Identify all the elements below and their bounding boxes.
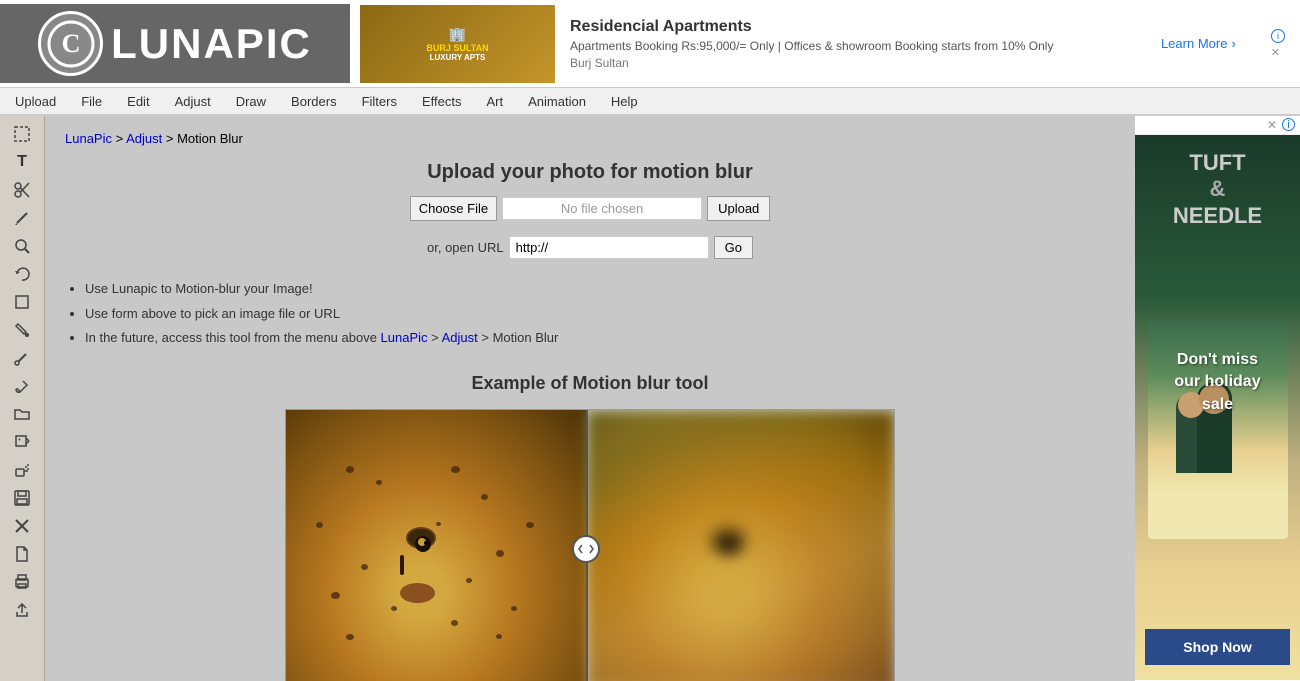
marquee-select-icon[interactable]	[7, 121, 37, 147]
example-title: Example of Motion blur tool	[65, 373, 1115, 394]
go-button[interactable]: Go	[714, 236, 753, 259]
undo-icon[interactable]	[7, 261, 37, 287]
nav-borders[interactable]: Borders	[281, 90, 347, 113]
top-ad-banner: C LUNAPIC 🏢 BURJ SULTAN LUXURY APTS Resi…	[0, 0, 1300, 88]
ad-image[interactable]: 🏢 BURJ SULTAN LUXURY APTS	[360, 5, 555, 83]
brand-part1: TUFT	[1189, 150, 1245, 175]
instructions-section: Use Lunapic to Motion-blur your Image! U…	[65, 279, 558, 353]
ad-close-icon[interactable]: ✕	[1271, 46, 1280, 59]
ad-title: Residencial Apartments	[570, 18, 1146, 36]
nav-upload[interactable]: Upload	[5, 90, 66, 113]
paint-bucket-icon[interactable]	[7, 317, 37, 343]
couple-photo: Don't missour holidaysale	[1148, 319, 1288, 539]
nav-help[interactable]: Help	[601, 90, 648, 113]
right-advertisement: ✕ i TUFT & NEEDLE D	[1135, 116, 1300, 681]
logo-text: LUNAPIC	[111, 20, 312, 68]
ad-text-content: Residencial Apartments Apartments Bookin…	[570, 18, 1146, 70]
url-row: or, open URL Go	[65, 236, 1115, 259]
choose-file-button[interactable]: Choose File	[410, 196, 497, 221]
instructions-lunapic-link[interactable]: LunaPic	[381, 330, 428, 345]
upload-button[interactable]: Upload	[707, 196, 770, 221]
right-ad-couple-image: Don't missour holidaysale	[1148, 229, 1288, 629]
image-comparison	[285, 409, 895, 681]
crop-icon[interactable]	[7, 289, 37, 315]
right-ad-info-icon[interactable]: i	[1282, 118, 1295, 131]
nav-draw[interactable]: Draw	[226, 90, 276, 113]
nav-file[interactable]: File	[71, 90, 112, 113]
cheetah-face-left	[286, 410, 586, 681]
breadcrumb: LunaPic > Adjust > Motion Blur	[65, 131, 1115, 146]
svg-text:C: C	[61, 29, 80, 58]
original-image	[286, 410, 586, 681]
file-upload-row: Choose File No file chosen Upload	[65, 196, 1115, 221]
pencil-icon[interactable]	[7, 205, 37, 231]
folder-icon[interactable]	[7, 401, 37, 427]
nav-filters[interactable]: Filters	[352, 90, 407, 113]
ad-learn-more-button[interactable]: Learn More ›	[1161, 36, 1236, 51]
logo-icon: C	[38, 11, 103, 76]
ad-subtitle: Burj Sultan	[570, 56, 1146, 70]
shop-now-button[interactable]: Shop Now	[1145, 629, 1290, 665]
scissors-icon[interactable]	[7, 177, 37, 203]
sidebar: T	[0, 116, 45, 681]
logo-area: C LUNAPIC	[0, 4, 350, 83]
save-disk-icon[interactable]	[7, 485, 37, 511]
spray-icon[interactable]	[7, 457, 37, 483]
x-close-icon[interactable]	[7, 513, 37, 539]
right-ad-brand: TUFT & NEEDLE	[1173, 150, 1262, 229]
eyedropper-icon[interactable]	[7, 345, 37, 371]
ad-description: Apartments Booking Rs:95,000/= Only | Of…	[570, 39, 1146, 53]
document-icon[interactable]	[7, 541, 37, 567]
instruction-3: In the future, access this tool from the…	[85, 328, 558, 348]
magnify-icon[interactable]	[7, 233, 37, 259]
nav-effects[interactable]: Effects	[412, 90, 472, 113]
instruction-2: Use form above to pick an image file or …	[85, 304, 558, 324]
navigation-bar: Upload File Edit Adjust Draw Borders Fil…	[0, 88, 1300, 116]
upload-title: Upload your photo for motion blur	[65, 161, 1115, 184]
right-ad-close-icon[interactable]: ✕	[1267, 118, 1277, 132]
print-icon[interactable]	[7, 569, 37, 595]
text-tool-icon[interactable]: T	[7, 149, 37, 175]
ad-content-area: 🏢 BURJ SULTAN LUXURY APTS Residencial Ap…	[350, 5, 1300, 83]
url-label: or, open URL	[427, 240, 504, 255]
main-layout: T	[0, 116, 1300, 681]
nav-animation[interactable]: Animation	[518, 90, 596, 113]
brand-part2: NEEDLE	[1173, 203, 1262, 228]
brush-icon[interactable]	[7, 373, 37, 399]
instructions-adjust-link[interactable]: Adjust	[442, 330, 478, 345]
brand-ampersand: &	[1210, 176, 1226, 201]
right-ad-content: TUFT & NEEDLE Don't missour holidaysale	[1135, 135, 1300, 680]
breadcrumb-lunapic-link[interactable]: LunaPic	[65, 131, 112, 146]
breadcrumb-current: Motion Blur	[177, 131, 243, 146]
nav-adjust[interactable]: Adjust	[165, 90, 221, 113]
ad-info-icon[interactable]: i	[1271, 29, 1285, 43]
url-input[interactable]	[509, 236, 709, 259]
instruction-1: Use Lunapic to Motion-blur your Image!	[85, 279, 558, 299]
slider-handle[interactable]	[572, 535, 600, 563]
file-name-display: No file chosen	[502, 197, 702, 220]
right-ad-top-bar: ✕ i	[1135, 116, 1300, 135]
breadcrumb-adjust-link[interactable]: Adjust	[126, 131, 162, 146]
learn-more-label: Learn More	[1161, 36, 1227, 51]
share-upload-icon[interactable]	[7, 597, 37, 623]
main-content: LunaPic > Adjust > Motion Blur Upload yo…	[45, 116, 1135, 681]
nav-edit[interactable]: Edit	[117, 90, 159, 113]
chevron-right-icon: ›	[1231, 36, 1235, 51]
tag-icon[interactable]	[7, 429, 37, 455]
nav-art[interactable]: Art	[476, 90, 513, 113]
sale-text: Don't missour holidaysale	[1174, 349, 1260, 416]
upload-section: Upload your photo for motion blur Choose…	[65, 161, 1115, 259]
blurred-image	[586, 410, 895, 681]
